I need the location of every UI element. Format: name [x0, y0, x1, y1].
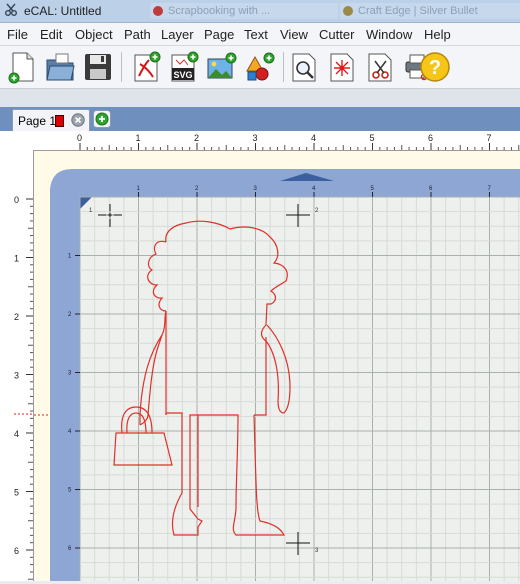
menu-object[interactable]: Object [75, 27, 113, 42]
ruler-label: 5 [370, 133, 375, 143]
cut-button[interactable] [364, 50, 396, 84]
add-shapes-button[interactable] [244, 50, 276, 84]
ruler-label: 3 [253, 133, 258, 143]
tab-label: Page 1 [18, 114, 57, 128]
add-page-icon[interactable] [93, 110, 111, 128]
horizontal-ruler: 0 1 2 3 4 5 6 7 [33, 131, 520, 151]
menu-view[interactable]: View [280, 27, 308, 42]
ruler-label: 4 [14, 429, 19, 439]
question-mark-icon: ? [420, 52, 450, 82]
toolbar-shadow-strip [0, 89, 520, 107]
shapes-icon [246, 52, 275, 81]
registration-button[interactable] [326, 50, 358, 84]
new-document-button[interactable] [6, 50, 38, 84]
open-button[interactable] [44, 50, 76, 84]
ruler-corner [0, 131, 34, 151]
menu-text[interactable]: Text [244, 27, 268, 42]
mat-cutting-area [80, 197, 520, 581]
ruler-label: 0 [77, 133, 82, 143]
ruler-label: 3 [14, 371, 19, 381]
menu-window[interactable]: Window [366, 27, 412, 42]
svg-label: SVG [173, 70, 192, 80]
scissors-app-icon [5, 3, 17, 16]
cutting-mat: 1 2 3 4 5 6 7123456 1 2 3 [34, 169, 520, 581]
help-label: ? [429, 57, 441, 79]
design-canvas[interactable]: 1234567123456 1 2 3 [34, 151, 520, 581]
page-tab-bar: Page 1 [0, 107, 520, 132]
menu-layer[interactable]: Layer [161, 27, 194, 42]
ruler-label: 1 [136, 133, 141, 143]
vertical-ruler: 0 1 2 3 4 5 6 [0, 150, 34, 581]
menu-bar: File Edit Object Path Layer Page Text Vi… [0, 23, 520, 46]
close-tab-icon[interactable] [71, 113, 85, 127]
pdf-import-icon [134, 51, 161, 82]
toolbar-separator [283, 52, 284, 82]
ruler-label: 5 [14, 488, 19, 498]
title-bar: eCAL: Untitled Scrapbooking with ... Cra… [0, 0, 520, 23]
tab-page-1[interactable]: Page 1 [12, 109, 90, 132]
vertical-ruler-ticks: 0 1 2 3 4 5 6 [14, 195, 33, 580]
window-title: eCAL: Untitled [24, 4, 102, 18]
menu-page[interactable]: Page [204, 27, 234, 42]
menu-file[interactable]: File [7, 27, 28, 42]
scissors-page-icon [368, 53, 392, 82]
new-page-icon [8, 52, 34, 84]
ruler-label: 2 [14, 312, 19, 322]
menu-edit[interactable]: Edit [40, 27, 62, 42]
ruler-label: 4 [311, 133, 316, 143]
save-button[interactable] [82, 50, 114, 84]
toolbar: SVG ? [0, 46, 520, 89]
menu-help[interactable]: Help [424, 27, 451, 42]
ruler-label: 1 [14, 254, 19, 264]
background-browser-tab: Scrapbooking with ... [150, 3, 338, 19]
magnifier-page-icon [292, 53, 316, 82]
help-button[interactable]: ? [418, 50, 452, 84]
horizontal-ruler-ticks: 0 1 2 3 4 5 6 7 [77, 133, 520, 150]
background-browser-tab: Craft Edge | Silver Bullet [340, 3, 520, 19]
open-folder-icon [46, 53, 75, 81]
svg-import-icon: SVG [171, 51, 199, 82]
page-color-swatch [55, 115, 64, 127]
laser-page-icon [330, 53, 354, 82]
import-image-button[interactable] [206, 50, 238, 84]
menu-cutter[interactable]: Cutter [319, 27, 354, 42]
menu-path[interactable]: Path [124, 27, 151, 42]
toolbar-separator [121, 52, 122, 82]
ruler-label: 7 [487, 133, 492, 143]
ruler-label: 2 [194, 133, 199, 143]
image-import-icon [207, 52, 237, 79]
ruler-label: 6 [14, 546, 19, 556]
browser-favicon-icon [343, 6, 353, 16]
import-pdf-button[interactable] [130, 50, 162, 84]
import-svg-button[interactable]: SVG [168, 50, 200, 84]
floppy-disk-icon [85, 54, 111, 80]
browser-favicon-icon [153, 6, 163, 16]
ruler-label: 0 [14, 195, 19, 205]
ruler-label: 6 [428, 133, 433, 143]
preview-button[interactable] [288, 50, 320, 84]
